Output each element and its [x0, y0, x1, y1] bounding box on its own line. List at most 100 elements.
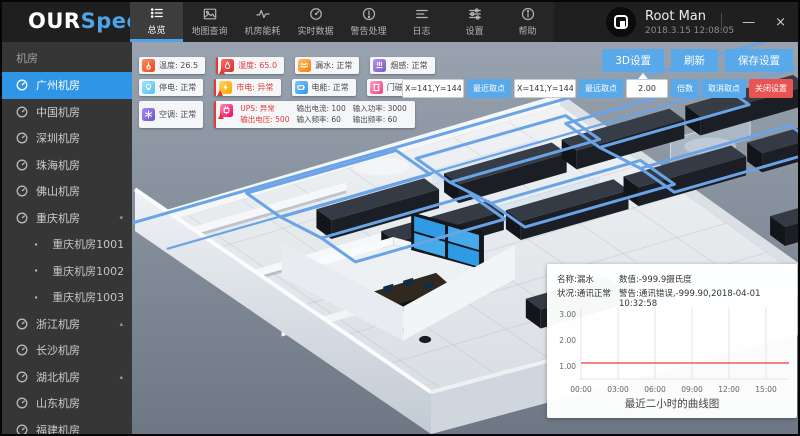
gauge-icon [16, 344, 28, 356]
ups-output-voltage: 输出电压: 500 [240, 115, 289, 124]
tab-label: 警告处理 [350, 24, 386, 37]
badge-power-outage: 停电: 正常 [139, 79, 203, 96]
sidebar-item-shenzhen[interactable]: 深圳机房 [2, 125, 132, 152]
tab-label: 总览 [147, 23, 165, 36]
badge-smoke: 烟感: 正常 [370, 57, 434, 74]
tab-log[interactable]: 日志 [395, 2, 448, 42]
sidebar-item-zhuhai[interactable]: 珠海机房 [2, 152, 132, 179]
help-icon [521, 7, 535, 21]
sidebar-item-chongqing-1002[interactable]: 重庆机房1002 [2, 258, 132, 285]
tab-alert-handling[interactable]: 警告处理 [342, 2, 395, 42]
close-settings-button[interactable]: 关闭设置 [749, 79, 793, 98]
tab-realtime-data[interactable]: 实时数据 [289, 2, 342, 42]
gauge-icon [16, 159, 28, 171]
user-info[interactable]: Root Man 2018.3.15 12:08:05 [606, 7, 734, 37]
svg-text:03:00: 03:00 [607, 385, 629, 394]
sensor-value: 数值:-999.9摄氏度 [619, 273, 692, 285]
ups-status: UPS: 异常 [240, 104, 289, 113]
door-icon [370, 81, 383, 94]
save-settings-button[interactable]: 保存设置 [725, 49, 793, 72]
list-icon [150, 6, 164, 20]
expand-arrow: ▴ [119, 320, 123, 328]
sidebar-item-label: 广州机房 [36, 77, 80, 93]
divider [721, 13, 722, 31]
badge-text: 温度: 26.5 [159, 60, 198, 71]
nearest-point-button[interactable]: 最近取点 [467, 79, 511, 98]
sidebar-item-chongqing[interactable]: 重庆机房 ▾ [2, 205, 132, 232]
tab-overview[interactable]: 总览 [130, 2, 183, 42]
gauge-icon [16, 212, 28, 224]
sidebar-item-label: 山东机房 [36, 395, 80, 411]
badge-text: 空调: 正常 [159, 109, 196, 120]
chart-title: 最近二小时的曲线图 [547, 396, 797, 411]
sidebar-item-changsha[interactable]: 长沙机房 [2, 337, 132, 364]
sidebar-item-chongqing-1003[interactable]: 重庆机房1003 [2, 284, 132, 311]
svg-text:3.00: 3.00 [559, 310, 576, 319]
sidebar-header: 机房 [2, 42, 132, 72]
gauge-icon [16, 424, 28, 434]
y-axis-labels: 3.00 2.00 1.00 [559, 310, 576, 371]
farthest-point-input[interactable] [514, 79, 576, 98]
minimize-button[interactable]: — [738, 13, 759, 32]
gauge-icon [16, 106, 28, 118]
sidebar-item-foshan[interactable]: 佛山机房 [2, 178, 132, 205]
bulb-icon [142, 81, 155, 94]
ups-input-power: 输入功率: 3000 [353, 104, 407, 113]
app-window: OURSpeed 总览 地图查询 机房能耗 实时数据 警告处理 [0, 0, 800, 436]
ups-output-current: 输出电流: 100 [296, 104, 345, 113]
multiplier-button[interactable]: 倍数 [671, 79, 699, 98]
tab-settings[interactable]: 设置 [448, 2, 501, 42]
badge-text: 湿度: 65.0 [238, 60, 277, 71]
sidebar-item-chongqing-1001[interactable]: 重庆机房1001 [2, 231, 132, 258]
thermometer-icon [142, 59, 155, 72]
sidebar-item-label: 重庆机房 [36, 210, 80, 226]
badge-humidity: 湿度: 65.0 [216, 57, 284, 74]
bolt-icon [219, 81, 232, 94]
main-3d-view[interactable]: 温度: 26.5 湿度: 65.0 漏水: 正常 烟感: 正常 停电: 正常 市… [132, 42, 798, 434]
svg-text:15:00: 15:00 [755, 385, 777, 394]
top-bar: OURSpeed 总览 地图查询 机房能耗 实时数据 警告处理 [2, 2, 798, 42]
map-icon [203, 7, 217, 21]
nearest-point-input[interactable] [402, 79, 464, 98]
alert-icon [362, 7, 376, 21]
svg-text:1.00: 1.00 [559, 362, 576, 371]
tab-room-energy[interactable]: 机房能耗 [236, 2, 289, 42]
sidebar-item-zhejiang[interactable]: 浙江机房 ▴ [2, 311, 132, 338]
sidebar-item-zhongguo[interactable]: 中国机房 [2, 99, 132, 126]
ups-output-frequency: 输出频率: 60 [353, 115, 407, 124]
badge-text: 电能: 正常 [312, 82, 349, 93]
gauge-icon [16, 371, 28, 383]
expand-arrow: ▾ [119, 214, 123, 222]
sidebar-item-shandong[interactable]: 山东机房 [2, 390, 132, 417]
multiplier-input[interactable] [626, 79, 668, 98]
x-axis-labels: 00:00 03:00 06:00 09:00 12:00 15:00 [570, 385, 777, 394]
sidebar-item-hubei[interactable]: 湖北机房▴ [2, 364, 132, 391]
farthest-point-button[interactable]: 最远取点 [579, 79, 623, 98]
tab-label: 设置 [465, 24, 483, 37]
sidebar-item-label: 重庆机房1003 [52, 289, 124, 305]
humidity-icon [221, 59, 234, 72]
sidebar-item-label: 重庆机房1002 [52, 263, 124, 279]
gauge-icon [16, 185, 28, 197]
3d-settings-button[interactable]: 3D设置 [602, 49, 664, 72]
badge-text: 停电: 正常 [159, 82, 196, 93]
settings-icon [468, 7, 482, 21]
sidebar-item-label: 浙江机房 [36, 316, 80, 332]
window-controls: — × [721, 2, 790, 42]
sensor-name: 名称:漏水 [557, 273, 619, 285]
tab-help[interactable]: 帮助 [501, 2, 554, 42]
badge-water-leak: 漏水: 正常 [295, 57, 359, 74]
tab-map-query[interactable]: 地图查询 [183, 2, 236, 42]
refresh-button[interactable]: 刷新 [671, 49, 718, 72]
user-avatar [606, 7, 636, 37]
smoke-icon [373, 59, 386, 72]
gauge-icon [16, 79, 28, 91]
gauge-icon [16, 132, 28, 144]
sidebar-item-label: 深圳机房 [36, 130, 80, 146]
tab-label: 机房能耗 [244, 24, 280, 37]
ac-icon [142, 108, 155, 121]
sidebar-item-guangzhou[interactable]: 广州机房 [2, 72, 132, 99]
close-button[interactable]: × [771, 13, 790, 32]
cancel-picking-button[interactable]: 取消取点 [702, 79, 746, 98]
sidebar-item-fujian[interactable]: 福建机房 [2, 417, 132, 435]
